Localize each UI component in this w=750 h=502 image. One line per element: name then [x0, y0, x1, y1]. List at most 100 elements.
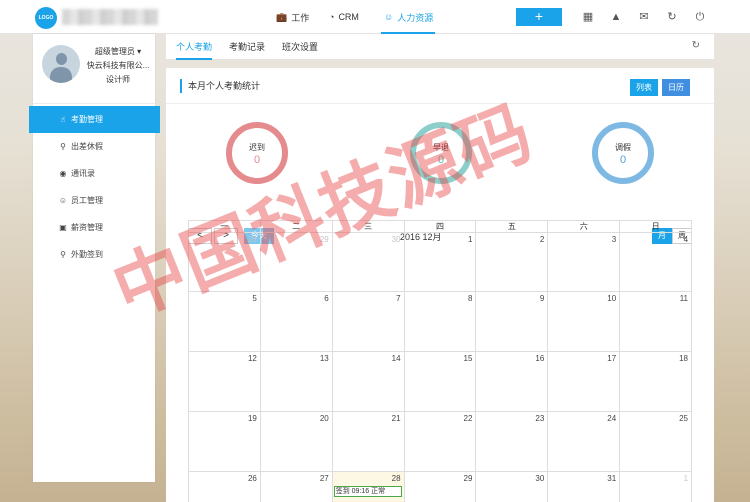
calendar-day-number: 22 [463, 414, 473, 423]
stat-leave-adjust-value: 0 [619, 154, 627, 166]
mail-icon[interactable]: ✉ [637, 10, 651, 24]
calendar-day[interactable]: 19 [189, 412, 260, 471]
weekday-sat: 六 [547, 221, 619, 232]
calendar-day[interactable]: 26 [189, 472, 260, 502]
calendar-day[interactable]: 17 [547, 352, 619, 411]
calendar-day[interactable]: 20 [259, 412, 332, 471]
grid-icon[interactable]: ▦ [581, 10, 595, 24]
stat-late-label: 迟到 [249, 143, 265, 152]
calendar-day-number: 3 [611, 235, 617, 244]
calendar-day[interactable]: 5 [189, 292, 260, 351]
calendar-day[interactable]: 23 [475, 412, 547, 471]
sidebar-item-attendance[interactable]: ☝ 考勤管理 [29, 106, 160, 133]
nav-hr[interactable]: ☺ 人力资源 [384, 0, 433, 34]
calendar-day-number: 4 [683, 235, 689, 244]
weekday-wed: 三 [331, 221, 404, 232]
sidebar-item-label: 外勤签到 [71, 250, 103, 259]
calendar-week-row: 12 13 14 15 16 17 18 [188, 352, 692, 412]
calendar-day-number: 5 [252, 294, 257, 303]
calendar-weekday-header: 一 二 三 四 五 六 日 [188, 220, 692, 232]
logo[interactable]: LOGO [35, 7, 57, 29]
tab-shift-settings[interactable]: 班次设置 [282, 34, 318, 60]
user-profile: 超级管理员 ▾ 快云科技有限公... 设计师 [33, 34, 155, 104]
calendar-day-number: 28 [247, 235, 257, 244]
calendar-event-checkin[interactable]: 签到 09:16 正常 [333, 486, 402, 497]
calendar-day[interactable]: 29 [259, 233, 332, 291]
calendar-day[interactable]: 6 [259, 292, 332, 351]
nav-hr-label: 人力资源 [397, 12, 434, 23]
sidebar-item-label: 薪资管理 [71, 223, 103, 232]
calendar-day[interactable]: 4 [619, 233, 691, 291]
calendar-day[interactable]: 31 [547, 472, 619, 502]
calendar-day[interactable]: 8 [403, 292, 476, 351]
calendar-day[interactable]: 30 [331, 233, 404, 291]
top-header: LOGO 💼 工作 ◔ CRM ☺ 人力资源 + ▦ ▲ ✉ ↻ ⏻ [0, 0, 750, 34]
calendar-day-number: 6 [324, 294, 329, 303]
sidebar-item-label: 员工管理 [71, 196, 103, 205]
sidebar-item-contacts[interactable]: ◉ 通讯录 [33, 160, 155, 187]
calendar-day[interactable]: 16 [475, 352, 547, 411]
tab-bar: 个人考勤 考勤记录 班次设置 ↻ [166, 34, 714, 60]
calendar-day[interactable]: 27 [259, 472, 332, 502]
tab-personal-attendance[interactable]: 个人考勤 [176, 34, 213, 60]
sidebar-item-travel-leave[interactable]: ⚲ 出差休假 [33, 133, 155, 160]
sidebar-item-field-checkin[interactable]: ⚲ 外勤签到 [33, 241, 155, 268]
main-panel: 个人考勤 考勤记录 班次设置 ↻ 本月个人考勤统计 列表 日历 迟到 0 早退 … [166, 34, 714, 502]
card-title: 本月个人考勤统计 [180, 79, 260, 93]
stat-early-leave-value: 0 [437, 154, 445, 166]
calendar-day-number: 10 [607, 294, 617, 303]
calendar-week-row: 19 20 21 22 23 24 25 [188, 412, 692, 472]
calendar-day-today[interactable]: 28 签到 09:16 正常 [331, 472, 404, 502]
nav-crm[interactable]: ◔ CRM [329, 0, 359, 34]
calendar-day[interactable]: 10 [547, 292, 619, 351]
avatar[interactable] [42, 45, 80, 83]
add-button[interactable]: + [516, 8, 562, 26]
calendar-day-number: 30 [391, 235, 401, 244]
user-role[interactable]: 超级管理员 ▾ [83, 46, 153, 57]
calendar-day[interactable]: 22 [403, 412, 476, 471]
calendar-day[interactable]: 2 [475, 233, 547, 291]
calendar-day[interactable]: 1 [403, 233, 476, 291]
calendar-day-number: 8 [467, 294, 473, 303]
calendar-day[interactable]: 28 [189, 233, 260, 291]
calendar-day[interactable]: 21 [331, 412, 404, 471]
calendar-day-number: 25 [679, 414, 689, 423]
calendar-day[interactable]: 18 [619, 352, 691, 411]
avatar-body [50, 67, 72, 83]
calendar-day[interactable]: 13 [259, 352, 332, 411]
refresh-icon[interactable]: ↻ [665, 10, 679, 24]
sidebar-menu: ☝ 考勤管理 ⚲ 出差休假 ◉ 通讯录 ☺ 员工管理 ▣ 薪资管理 ⚲ 外勤签到 [29, 106, 160, 268]
shirt-icon[interactable]: ▲ [609, 10, 623, 24]
calendar-day[interactable]: 14 [331, 352, 404, 411]
calendar-day[interactable]: 25 [619, 412, 691, 471]
calendar-day[interactable]: 9 [475, 292, 547, 351]
calendar-week-row: 28 29 30 1 2 3 4 [188, 232, 692, 292]
calendar-day[interactable]: 11 [619, 292, 691, 351]
nav-work[interactable]: 💼 工作 [276, 0, 309, 34]
calendar-day[interactable]: 29 [403, 472, 476, 502]
calendar-day-number: 2 [539, 235, 545, 244]
calendar-day[interactable]: 1 [619, 472, 691, 502]
sidebar-item-employees[interactable]: ☺ 员工管理 [33, 187, 155, 214]
hand-pointer-icon: ☝ [60, 115, 66, 124]
tab-attendance-records[interactable]: 考勤记录 [229, 34, 265, 60]
nav-work-label: 工作 [291, 12, 310, 23]
brand-name-blurred [62, 9, 158, 25]
calendar-day[interactable]: 3 [547, 233, 619, 291]
calendar-day[interactable]: 30 [475, 472, 547, 502]
nav-crm-label: CRM [338, 12, 359, 22]
calendar-day[interactable]: 7 [331, 292, 404, 351]
power-icon[interactable]: ⏻ [693, 10, 707, 24]
refresh-icon[interactable]: ↻ [692, 40, 700, 51]
calendar-view-button[interactable]: 日历 [662, 79, 690, 96]
users-icon: ☺ [58, 196, 68, 205]
calendar-day[interactable]: 12 [189, 352, 260, 411]
sidebar-item-salary[interactable]: ▣ 薪资管理 [33, 214, 155, 241]
list-view-button[interactable]: 列表 [630, 79, 658, 96]
calendar-day[interactable]: 24 [547, 412, 619, 471]
calendar-day-number: 15 [463, 354, 473, 363]
avatar-head [56, 53, 67, 65]
calendar-day[interactable]: 15 [403, 352, 476, 411]
calendar-day-number: 14 [391, 354, 401, 363]
stat-late-value: 0 [253, 154, 261, 166]
